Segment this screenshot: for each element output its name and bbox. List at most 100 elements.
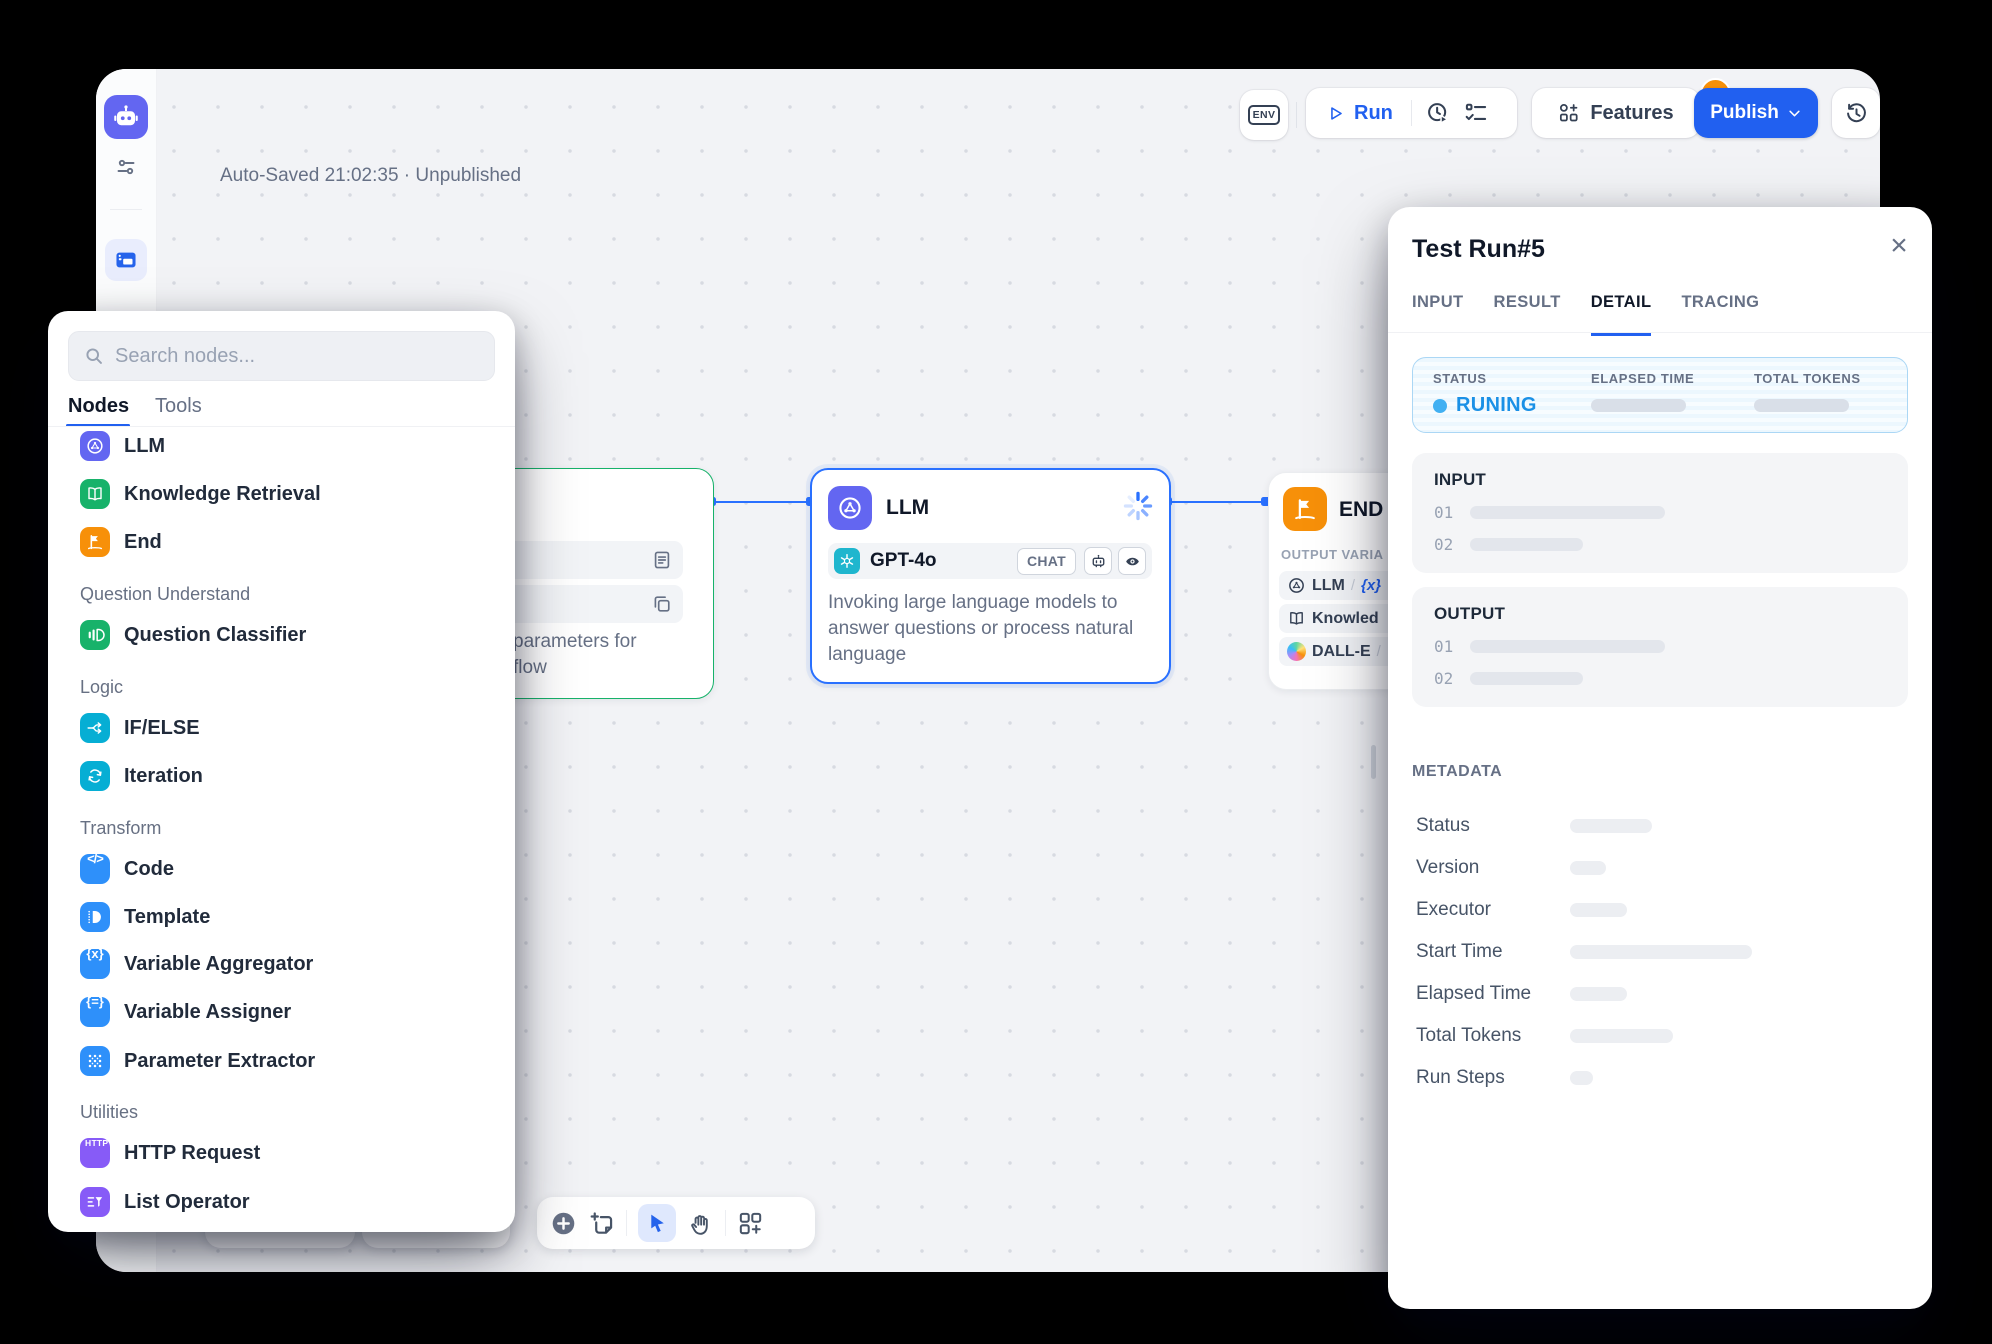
row-number: 02 [1434, 669, 1453, 688]
openai-icon [834, 548, 860, 574]
output-variables-label: OUTPUT VARIA [1281, 547, 1384, 562]
tab-nodes[interactable]: Nodes [68, 395, 129, 418]
node-palette-item-llm[interactable]: LLM [48, 422, 515, 470]
mini-book-icon [1287, 609, 1306, 628]
sidebar-item-workflow[interactable] [105, 239, 147, 281]
skeleton-bar [1570, 987, 1627, 1001]
metadata-row: Run Steps [1412, 1057, 1908, 1099]
run-button[interactable]: Run [1306, 88, 1411, 138]
elapsed-time-label: ELAPSED TIME [1591, 371, 1754, 386]
node-palette-item-http-request[interactable]: HTTPHTTP Request [48, 1129, 515, 1177]
checklist-icon[interactable] [1463, 100, 1489, 126]
run-panel-tab-result[interactable]: RESULT [1494, 279, 1561, 333]
skeleton-row: 01 [1434, 503, 1886, 522]
metadata-row: Status [1412, 805, 1908, 847]
node-item-label: HTTP Request [124, 1142, 260, 1165]
node-item-label: Question Classifier [124, 624, 306, 647]
hand-mode-button[interactable] [687, 1210, 714, 1237]
env-icon: ENV [1248, 105, 1281, 125]
run-panel-tab-tracing[interactable]: TRACING [1681, 279, 1759, 333]
node-palette-item-if-else[interactable]: IF/ELSE [48, 704, 515, 752]
add-node-button[interactable] [550, 1210, 577, 1237]
node-item-label: LLM [124, 435, 165, 458]
status-card: STATUS RUNING ELAPSED TIME TOTAL TOKENS [1412, 357, 1908, 433]
metadata-label: Run Steps [1416, 1067, 1570, 1089]
run-panel-tab-input[interactable]: INPUT [1412, 279, 1464, 333]
end-node-icon [1283, 487, 1327, 531]
sliders-icon[interactable] [114, 155, 138, 179]
search-icon [83, 345, 105, 367]
output-card: OUTPUT 0102 [1412, 587, 1908, 707]
variable-label: LLM [1312, 577, 1345, 595]
search-input[interactable]: Search nodes... [68, 331, 495, 381]
skeleton-bar [1470, 538, 1583, 551]
run-history-icon[interactable] [1425, 100, 1451, 126]
panel-resize-handle[interactable] [1371, 745, 1376, 779]
llm-node[interactable]: LLM GPT-4o CHAT Invoking large language … [810, 468, 1171, 684]
tabs-divider [1388, 332, 1932, 333]
node-item-label: Variable Aggregator [124, 953, 313, 976]
vision-badge [1118, 547, 1146, 575]
tab-tools[interactable]: Tools [155, 395, 202, 418]
node-palette-item-question-classifier[interactable]: Question Classifier [48, 611, 515, 659]
start-node-description: parameters for flow [513, 629, 703, 681]
node-palette-item-knowledge-retrieval[interactable]: Knowledge Retrieval [48, 470, 515, 518]
env-button[interactable]: ENV [1240, 90, 1288, 140]
node-item-label: End [124, 531, 162, 554]
metadata-row: Start Time [1412, 931, 1908, 973]
node-palette-item-parameter-extractor[interactable]: Parameter Extractor [48, 1037, 515, 1085]
node-item-label: IF/ELSE [124, 717, 200, 740]
metadata-label: Executor [1416, 899, 1570, 921]
node-item-label: Variable Assigner [124, 1001, 291, 1024]
skeleton-bar [1470, 506, 1665, 519]
version-history-button[interactable] [1832, 88, 1880, 138]
node-search-panel: Search nodes... Nodes Tools LLM Knowledge… [48, 311, 515, 1232]
skeleton-bar [1470, 640, 1665, 653]
node-palette-item-variable-assigner[interactable]: {=}Variable Assigner [48, 988, 515, 1036]
node-palette-item-variable-aggregator[interactable]: {x}Variable Aggregator [48, 940, 515, 988]
features-button[interactable]: Features [1532, 88, 1700, 138]
dalle-icon [1287, 642, 1306, 661]
publish-button[interactable]: Publish [1694, 88, 1818, 138]
close-icon[interactable]: × [1884, 231, 1914, 261]
add-note-button[interactable] [588, 1210, 615, 1237]
run-label: Run [1354, 102, 1393, 125]
window-icon [113, 247, 139, 273]
organize-nodes-button[interactable] [737, 1210, 764, 1237]
skeleton-bar [1470, 672, 1583, 685]
node-palette-item-iteration[interactable]: Iteration [48, 752, 515, 800]
skeleton-bar [1591, 399, 1686, 412]
node-palette-item-template[interactable]: Template [48, 893, 515, 941]
search-placeholder: Search nodes... [115, 345, 255, 368]
run-panel-tab-detail[interactable]: DETAIL [1591, 279, 1652, 336]
pointer-mode-button[interactable] [638, 1204, 676, 1242]
topbar-divider [1296, 102, 1297, 128]
panel-title: Test Run#5 [1412, 235, 1545, 264]
skeleton-row: 01 [1434, 637, 1886, 656]
sidebar-divider [110, 209, 142, 210]
llm-model-row[interactable]: GPT-4o CHAT [828, 543, 1152, 579]
status-value: RUNING [1456, 394, 1537, 417]
metadata-rows: StatusVersionExecutorStart TimeElapsed T… [1412, 805, 1908, 1099]
skeleton-bar [1570, 861, 1606, 875]
node-item-label: List Operator [124, 1191, 250, 1214]
edge-llm-end [1169, 501, 1266, 503]
canvas-toolbar [537, 1197, 815, 1249]
skeleton-row: 02 [1434, 669, 1886, 688]
node-item-label: Iteration [124, 765, 203, 788]
test-run-panel: Test Run#5 × INPUT RESULT DETAIL TRACING ST… [1388, 207, 1932, 1309]
code-icon: </> [80, 854, 110, 884]
edge-start-llm [714, 501, 812, 503]
variable-label: Knowled [1312, 610, 1379, 628]
metadata-row: Executor [1412, 889, 1908, 931]
node-palette-item-end[interactable]: End [48, 518, 515, 566]
metadata-row: Total Tokens [1412, 1015, 1908, 1057]
node-palette-item-list-operator[interactable]: List Operator [48, 1178, 515, 1226]
row-number: 01 [1434, 503, 1453, 522]
node-palette-item-code[interactable]: </>Code [48, 845, 515, 893]
model-name: GPT-4o [870, 550, 937, 572]
metadata-title: METADATA [1412, 763, 1502, 781]
listop-icon [80, 1187, 110, 1217]
cursor-icon [645, 1211, 669, 1235]
app-logo[interactable] [104, 95, 148, 139]
